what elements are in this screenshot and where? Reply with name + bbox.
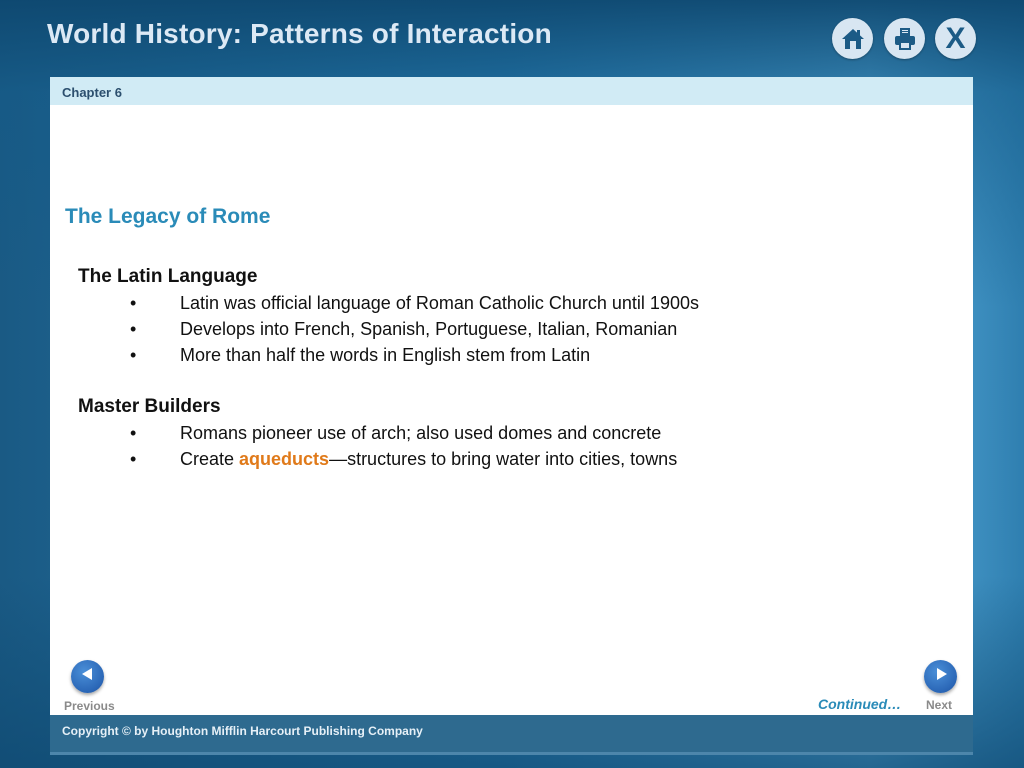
print-button[interactable]	[884, 18, 925, 59]
close-button[interactable]: X	[935, 18, 976, 59]
section-heading: The Latin Language	[78, 266, 258, 287]
highlighted-term: aqueducts	[239, 448, 330, 469]
section-latin-language: The Latin Language • Latin was official …	[78, 266, 699, 368]
chapter-label: Chapter 6	[62, 85, 122, 100]
next-label[interactable]: Next	[926, 698, 952, 712]
home-button[interactable]	[832, 18, 873, 59]
slide-title: The Legacy of Rome	[65, 205, 271, 228]
bullet-icon: •	[130, 318, 137, 339]
list-item: • Create aqueducts—structures to bring w…	[78, 446, 677, 472]
home-icon	[840, 26, 866, 52]
bullet-suffix: —structures to bring water into cities, …	[329, 448, 678, 469]
arrow-left-icon	[80, 666, 96, 687]
app-title: World History: Patterns of Interaction	[47, 18, 552, 49]
bullet-text: Latin was official language of Roman Cat…	[180, 292, 699, 313]
bullet-icon: •	[130, 422, 137, 443]
section-heading: Master Builders	[78, 396, 221, 417]
continued-label: Continued…	[818, 696, 902, 712]
bullet-text: More than half the words in English stem…	[180, 344, 591, 365]
bullet-text: Create aqueducts—structures to bring wat…	[180, 449, 677, 470]
bullet-text: Romans pioneer use of arch; also used do…	[180, 422, 662, 443]
list-item: • Romans pioneer use of arch; also used …	[78, 420, 677, 446]
list-item: • Latin was official language of Roman C…	[78, 290, 699, 316]
slide-panel: Chapter 6 The Legacy of Rome The Latin L…	[50, 77, 973, 715]
close-icon: X	[945, 21, 966, 55]
previous-label[interactable]: Previous	[64, 699, 115, 713]
bullet-prefix: Create	[180, 448, 240, 469]
copyright-text: Copyright © by Houghton Mifflin Harcourt…	[62, 724, 423, 738]
section-master-builders: Master Builders • Romans pioneer use of …	[78, 396, 677, 472]
footer-bar: Copyright © by Houghton Mifflin Harcourt…	[50, 715, 973, 755]
bullet-icon: •	[130, 344, 137, 365]
list-item: • Develops into French, Spanish, Portugu…	[78, 316, 699, 342]
list-item: • More than half the words in English st…	[78, 342, 699, 368]
chapter-bar: Chapter 6	[50, 77, 973, 105]
bullet-icon: •	[130, 292, 137, 313]
bullet-icon: •	[130, 448, 137, 469]
bullet-text: Develops into French, Spanish, Portugues…	[180, 318, 678, 339]
arrow-right-icon	[933, 666, 949, 687]
printer-icon	[892, 26, 918, 52]
next-button[interactable]	[924, 660, 957, 693]
previous-button[interactable]	[71, 660, 104, 693]
